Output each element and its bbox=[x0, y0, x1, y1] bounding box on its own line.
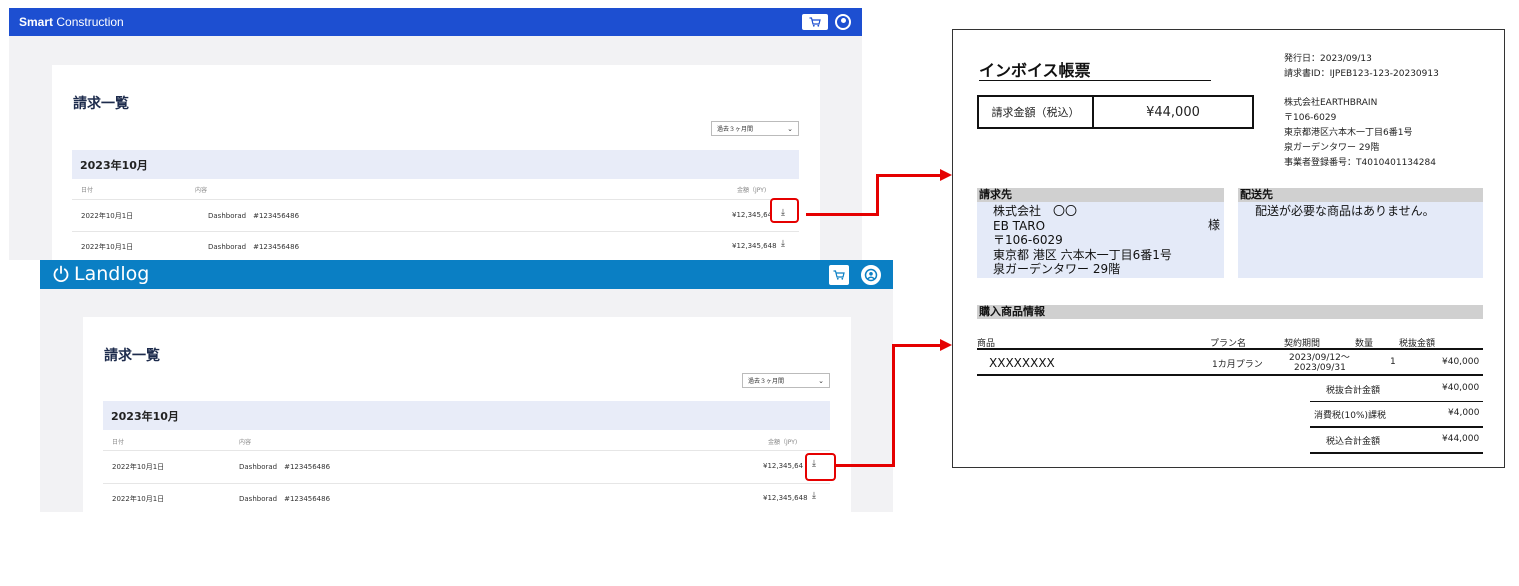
total-label: 税込合計金額 bbox=[1326, 437, 1381, 447]
row-content: Dashborad #123456486 bbox=[239, 495, 331, 503]
cart-button[interactable] bbox=[802, 14, 828, 30]
column-content: 内容 bbox=[239, 439, 252, 446]
subtotal-value: ¥40,000 bbox=[1442, 383, 1480, 393]
bill-to-body: 株式会社 〇〇 EB TARO 〒106-6029 東京都 港区 六本木一丁目6… bbox=[977, 202, 1224, 278]
column-date: 日付 bbox=[112, 439, 125, 446]
month-header: 2023年10月 bbox=[72, 150, 799, 179]
issuer-address1: 東京都港区六本木一丁目6番1号 bbox=[1284, 128, 1413, 138]
row-content: Dashborad #123456486 bbox=[239, 463, 331, 471]
issuer-info: 株式会社EARTHBRAIN 〒106-6029 東京都港区六本木一丁目6番1号… bbox=[1284, 96, 1436, 171]
item-price: ¥40,000 bbox=[1442, 357, 1480, 367]
title-underline bbox=[979, 80, 1211, 81]
amount-label: 請求金額（税込） bbox=[979, 97, 1094, 127]
invoice-document: インボイス帳票 発行日：2023/09/13 請求書ID：IJPEB123-12… bbox=[952, 29, 1505, 468]
subtotal-rule bbox=[1310, 401, 1483, 402]
smart-construction-logo[interactable]: Smart Construction bbox=[19, 15, 124, 29]
column-date: 日付 bbox=[81, 187, 94, 194]
row-amount: ¥12,345,64 bbox=[732, 211, 773, 219]
bill-to-heading: 請求先 bbox=[977, 188, 1224, 202]
column-content: 内容 bbox=[195, 187, 208, 194]
row-amount: ¥12,345,648 bbox=[763, 494, 808, 502]
tax-rule bbox=[1310, 426, 1483, 428]
item-period-end: 2023/09/31 bbox=[1294, 363, 1346, 373]
divider bbox=[103, 483, 830, 484]
user-icon[interactable] bbox=[835, 14, 851, 30]
user-icon[interactable] bbox=[861, 265, 881, 285]
purchase-heading: 購入商品情報 bbox=[977, 305, 1483, 319]
row-amount: ¥12,345,64 bbox=[763, 462, 804, 470]
page-title: 請求一覧 bbox=[104, 348, 160, 364]
billing-card: 請求一覧 過去３ヶ月間 ⌄ 2023年10月 日付 内容 金額（JPY) 202… bbox=[83, 317, 851, 512]
divider bbox=[72, 199, 799, 200]
amount-box: 請求金額（税込） ¥44,000 bbox=[977, 95, 1254, 129]
subtotal-label: 税抜合計金額 bbox=[1326, 386, 1381, 396]
issuer-company: 株式会社EARTHBRAIN bbox=[1284, 98, 1378, 108]
total-value: ¥44,000 bbox=[1442, 434, 1480, 444]
tax-label: 消費税(10%)課税 bbox=[1314, 411, 1387, 421]
divider bbox=[103, 450, 830, 451]
row-content: Dashborad #123456486 bbox=[208, 243, 300, 251]
row-date: 2022年10月1日 bbox=[81, 212, 134, 220]
issue-meta: 発行日：2023/09/13 請求書ID：IJPEB123-123-202309… bbox=[1284, 52, 1439, 82]
download-icon[interactable]: ⤓ bbox=[812, 491, 816, 501]
landlog-screen: Landlog 請求一覧 過去３ヶ月間 ⌄ 2023年10月 日付 内容 金額（… bbox=[40, 260, 893, 512]
page-title: 請求一覧 bbox=[73, 96, 129, 112]
ship-to-heading: 配送先 bbox=[1238, 188, 1483, 202]
row-content: Dashborad #123456486 bbox=[208, 212, 300, 220]
smart-header-bar: Smart Construction bbox=[9, 8, 862, 36]
item-qty: 1 bbox=[1390, 357, 1396, 367]
issuer-postal: 〒106-6029 bbox=[1284, 113, 1337, 123]
highlight-box bbox=[805, 453, 836, 481]
download-icon[interactable]: ⤓ bbox=[781, 239, 785, 249]
item-period-start: 2023/09/12～ bbox=[1289, 353, 1350, 363]
period-select[interactable]: 過去３ヶ月間 ⌄ bbox=[711, 121, 799, 136]
bill-to-honorific: 様 bbox=[1208, 218, 1221, 232]
column-amount: 金額（JPY) bbox=[768, 439, 798, 446]
ship-to-body: 配送が必要な商品はありません。 bbox=[1238, 202, 1483, 278]
ship-to-note: 配送が必要な商品はありません。 bbox=[1255, 204, 1435, 218]
highlight-box bbox=[770, 198, 799, 223]
column-amount: 金額（JPY) bbox=[737, 187, 767, 194]
item-name: XXXXXXXX bbox=[989, 356, 1055, 370]
bill-to-address1: 東京都 港区 六本木一丁目6番1号 bbox=[993, 247, 1172, 262]
month-header: 2023年10月 bbox=[103, 401, 830, 430]
total-rule bbox=[1310, 452, 1483, 454]
bill-to-name: EB TARO bbox=[993, 218, 1046, 233]
issue-date: 発行日：2023/09/13 bbox=[1284, 54, 1372, 64]
invoice-title: インボイス帳票 bbox=[979, 61, 1091, 80]
billing-card: 請求一覧 過去３ヶ月間 ⌄ 2023年10月 日付 内容 金額（JPY) 202… bbox=[52, 65, 820, 260]
landlog-logo[interactable]: Landlog bbox=[52, 263, 149, 285]
tax-value: ¥4,000 bbox=[1448, 408, 1480, 418]
cart-icon bbox=[833, 270, 845, 280]
bill-to-postal: 〒106-6029 bbox=[993, 233, 1063, 247]
issuer-registration: 事業者登録番号：T4010401134284 bbox=[1284, 158, 1436, 168]
chevron-down-icon: ⌄ bbox=[787, 124, 793, 133]
table-row-rule bbox=[977, 374, 1483, 376]
cart-icon bbox=[809, 17, 821, 27]
power-icon bbox=[53, 265, 69, 283]
amount-value: ¥44,000 bbox=[1146, 104, 1200, 120]
table-top-rule bbox=[977, 348, 1483, 350]
divider bbox=[72, 231, 799, 232]
bill-to-address2: 泉ガーデンタワー 29階 bbox=[993, 262, 1121, 276]
row-date: 2022年10月1日 bbox=[112, 495, 165, 503]
bill-to-company: 株式会社 〇〇 bbox=[993, 204, 1078, 218]
row-date: 2022年10月1日 bbox=[81, 243, 134, 251]
chevron-down-icon: ⌄ bbox=[818, 376, 824, 385]
landlog-header-bar: Landlog bbox=[40, 260, 893, 289]
cart-button[interactable] bbox=[829, 265, 849, 285]
row-amount: ¥12,345,648 bbox=[732, 242, 777, 250]
smart-construction-screen: Smart Construction 請求一覧 過去３ヶ月間 ⌄ 2023年10… bbox=[9, 8, 862, 260]
row-date: 2022年10月1日 bbox=[112, 463, 165, 471]
invoice-id: 請求書ID：IJPEB123-123-20230913 bbox=[1284, 69, 1439, 79]
issuer-address2: 泉ガーデンタワー 29階 bbox=[1284, 143, 1380, 153]
item-plan: 1カ月プラン bbox=[1212, 360, 1263, 370]
period-select[interactable]: 過去３ヶ月間 ⌄ bbox=[742, 373, 830, 388]
